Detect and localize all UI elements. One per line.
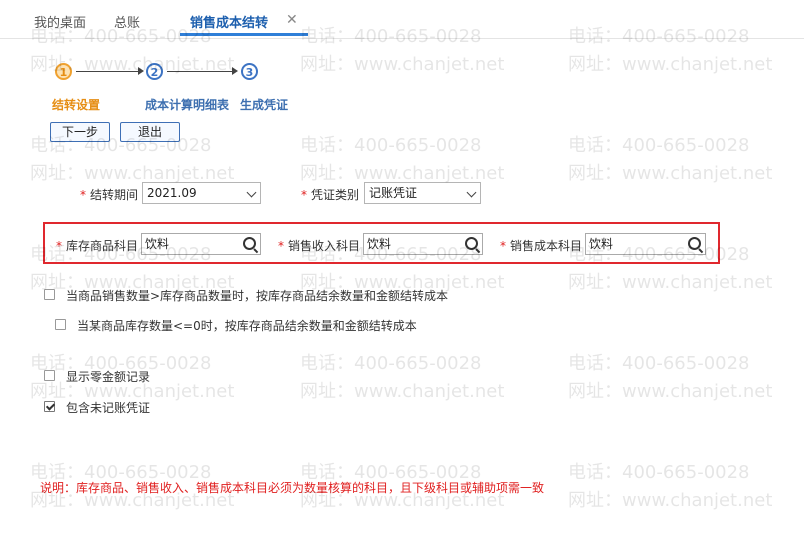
chevron-down-icon — [246, 187, 257, 198]
close-icon[interactable]: ✕ — [286, 12, 298, 28]
watermark: 网址：www.chanjet.net — [300, 54, 505, 75]
arrow-head-icon — [232, 67, 238, 75]
option-label-1: 当商品销售数量>库存商品数量时，按库存商品结余数量和金额结转成本 — [66, 289, 449, 303]
cost-account-input[interactable]: 饮料 — [585, 233, 706, 255]
search-icon[interactable] — [243, 237, 256, 250]
option-checkbox-2[interactable] — [55, 319, 66, 330]
step-2-label: 成本计算明细表 — [145, 98, 230, 112]
step-3-indicator: 3 — [241, 63, 258, 80]
active-tab-indicator — [180, 33, 308, 36]
watermark: 网址：www.chanjet.net — [568, 163, 773, 184]
tab-general-ledger[interactable]: 总账 — [114, 12, 140, 31]
watermark: 电话：400-665-0028 — [568, 135, 750, 156]
watermark: 网址：www.chanjet.net — [300, 381, 505, 402]
revenue-account-input[interactable]: 饮料 — [363, 233, 483, 255]
arrow-head-icon — [138, 67, 144, 75]
revenue-account-label: * 销售收入科目 — [278, 239, 361, 253]
watermark: 电话：400-665-0028 — [568, 353, 750, 374]
step-1-indicator: 1 — [55, 63, 72, 80]
period-label: * 结转期间 — [80, 188, 139, 202]
show-zero-amount-checkbox[interactable] — [44, 370, 55, 381]
watermark: 网址：www.chanjet.net — [568, 490, 773, 511]
period-select[interactable]: 2021.09 — [142, 182, 261, 204]
search-icon[interactable] — [465, 237, 478, 250]
option-checkbox-1[interactable] — [44, 289, 55, 300]
tab-bar: 我的桌面 总账 销售成本结转 ✕ — [0, 0, 804, 38]
tab-sales-cost-transfer[interactable]: 销售成本结转 — [190, 12, 268, 31]
inventory-account-label: * 库存商品科目 — [56, 239, 139, 253]
chevron-down-icon — [466, 187, 477, 198]
watermark: 网址：www.chanjet.net — [568, 272, 773, 293]
step-2-indicator: 2 — [146, 63, 163, 80]
inventory-account-input[interactable]: 饮料 — [141, 233, 261, 255]
include-unposted-label: 包含未记账凭证 — [66, 401, 151, 415]
step-1-label: 结转设置 — [52, 98, 101, 112]
divider — [0, 38, 804, 39]
voucher-type-select[interactable]: 记账凭证 — [364, 182, 481, 204]
exit-button[interactable]: 退出 — [120, 122, 180, 142]
show-zero-amount-label: 显示零金额记录 — [66, 370, 151, 384]
include-unposted-checkbox[interactable] — [44, 401, 55, 412]
watermark: 电话：400-665-0028 — [300, 135, 482, 156]
watermark: 电话：400-665-0028 — [568, 462, 750, 483]
search-icon[interactable] — [688, 237, 701, 250]
watermark: 网址：www.chanjet.net — [568, 381, 773, 402]
cost-account-label: * 销售成本科目 — [500, 239, 583, 253]
step-arrow — [76, 71, 138, 72]
option-label-2: 当某商品库存数量<=0时，按库存商品结余数量和金额结转成本 — [77, 319, 417, 333]
step-3-label: 生成凭证 — [240, 98, 289, 112]
watermark: 电话：400-665-0028 — [300, 353, 482, 374]
next-step-button[interactable]: 下一步 — [50, 122, 110, 142]
watermark: 网址：www.chanjet.net — [568, 54, 773, 75]
instruction-note: 说明：库存商品、销售收入、销售成本科目必须为数量核算的科目，且下级科目或辅助项需… — [40, 481, 545, 495]
voucher-type-label: * 凭证类别 — [301, 188, 360, 202]
tab-my-desktop[interactable]: 我的桌面 — [34, 12, 86, 31]
step-arrow — [167, 71, 232, 72]
